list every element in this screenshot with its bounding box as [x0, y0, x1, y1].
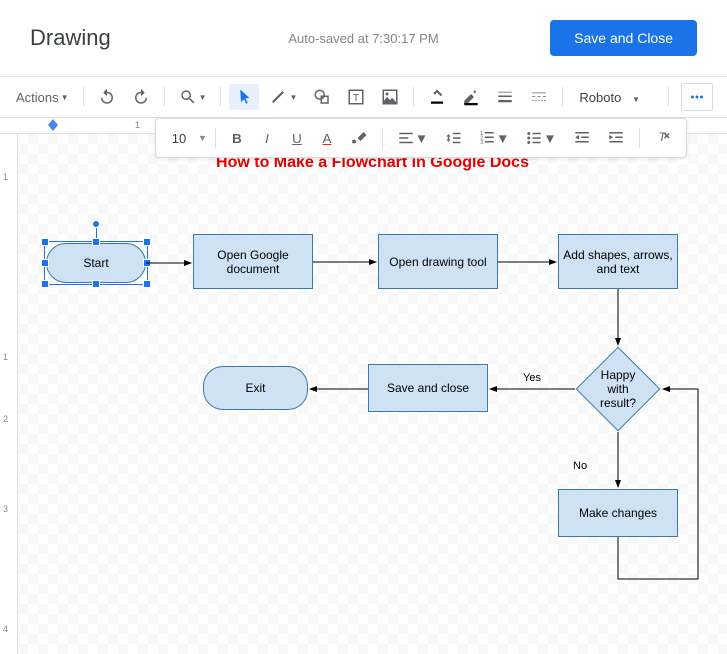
bold-button[interactable]: B [224, 127, 250, 150]
text-color-button[interactable]: A [314, 127, 340, 150]
actions-menu[interactable]: Actions ▼ [10, 86, 75, 109]
svg-text:3: 3 [480, 140, 483, 146]
edge-label-yes[interactable]: Yes [523, 372, 541, 384]
main-toolbar: Actions ▼ ▼ ▼ T Roboto ▼ [0, 77, 727, 118]
horizontal-ruler: 1 7 ▼ B I U A ▼ 123▼ ▼ T [0, 118, 727, 134]
shape-make-changes[interactable]: Make changes [558, 489, 678, 537]
image-tool[interactable] [375, 84, 405, 110]
text-format-toolbar: ▼ B I U A ▼ 123▼ ▼ T [155, 118, 687, 158]
italic-button[interactable]: I [254, 127, 280, 150]
border-color-button[interactable] [456, 84, 486, 110]
border-dash-button[interactable] [524, 84, 554, 110]
border-weight-button[interactable] [490, 84, 520, 110]
underline-button[interactable]: U [284, 127, 310, 150]
ruler-tick: 1 [135, 120, 140, 130]
rotate-handle[interactable] [92, 220, 100, 228]
svg-text:T: T [353, 92, 360, 104]
numbered-list-button[interactable]: 123▼ [472, 125, 515, 151]
tab-marker[interactable] [48, 122, 58, 130]
decrease-indent-button[interactable] [567, 125, 597, 151]
shape-open-draw[interactable]: Open drawing tool [378, 234, 498, 289]
ruler-tick: 1 [3, 172, 8, 182]
font-size-input[interactable] [164, 131, 194, 146]
edge-label-no[interactable]: No [573, 460, 587, 472]
drawing-canvas[interactable]: How to Make a Flowchart in Google Docs S… [18, 134, 727, 654]
shape-save-close[interactable]: Save and close [368, 364, 488, 412]
resize-handle[interactable] [41, 238, 49, 246]
increase-indent-button[interactable] [601, 125, 631, 151]
separator [668, 87, 669, 107]
separator [562, 87, 563, 107]
vertical-ruler: 1 1 2 3 4 [0, 134, 18, 654]
separator [215, 128, 216, 148]
ruler-tick: 1 [3, 352, 8, 362]
separator [83, 87, 84, 107]
resize-handle[interactable] [143, 238, 151, 246]
bulleted-list-button[interactable]: ▼ [519, 125, 562, 151]
undo-button[interactable] [92, 84, 122, 110]
ruler-tick: 4 [3, 624, 8, 634]
more-button[interactable] [681, 83, 713, 111]
highlight-button[interactable] [344, 125, 374, 151]
shape-decision[interactable]: Happy with result? [576, 347, 661, 432]
separator [164, 87, 165, 107]
fill-color-button[interactable] [422, 84, 452, 110]
separator [639, 128, 640, 148]
autosave-status: Auto-saved at 7:30:17 PM [288, 31, 438, 46]
separator [382, 128, 383, 148]
select-tool[interactable] [229, 84, 259, 110]
clear-formatting-button[interactable]: T [648, 125, 678, 151]
textbox-tool[interactable]: T [341, 84, 371, 110]
separator [220, 87, 221, 107]
ruler-tick: 3 [3, 504, 8, 514]
shape-tool[interactable] [307, 84, 337, 110]
shape-exit[interactable]: Exit [203, 366, 308, 410]
zoom-button[interactable]: ▼ [173, 84, 213, 110]
font-size-dropdown[interactable]: ▼ [198, 133, 207, 143]
align-button[interactable]: ▼ [391, 125, 434, 151]
shape-start[interactable]: Start [46, 243, 146, 283]
save-and-close-button[interactable]: Save and Close [550, 20, 697, 56]
redo-button[interactable] [126, 84, 156, 110]
line-tool[interactable]: ▼ [263, 84, 303, 110]
separator [413, 87, 414, 107]
font-select[interactable]: Roboto ▼ [571, 86, 660, 109]
shape-open-doc[interactable]: Open Google document [193, 234, 313, 289]
resize-handle[interactable] [143, 280, 151, 288]
shape-add-shapes[interactable]: Add shapes, arrows, and text [558, 234, 678, 289]
line-spacing-button[interactable] [438, 125, 468, 151]
ruler-tick: 2 [3, 414, 8, 424]
dialog-title: Drawing [30, 25, 111, 51]
resize-handle[interactable] [41, 280, 49, 288]
